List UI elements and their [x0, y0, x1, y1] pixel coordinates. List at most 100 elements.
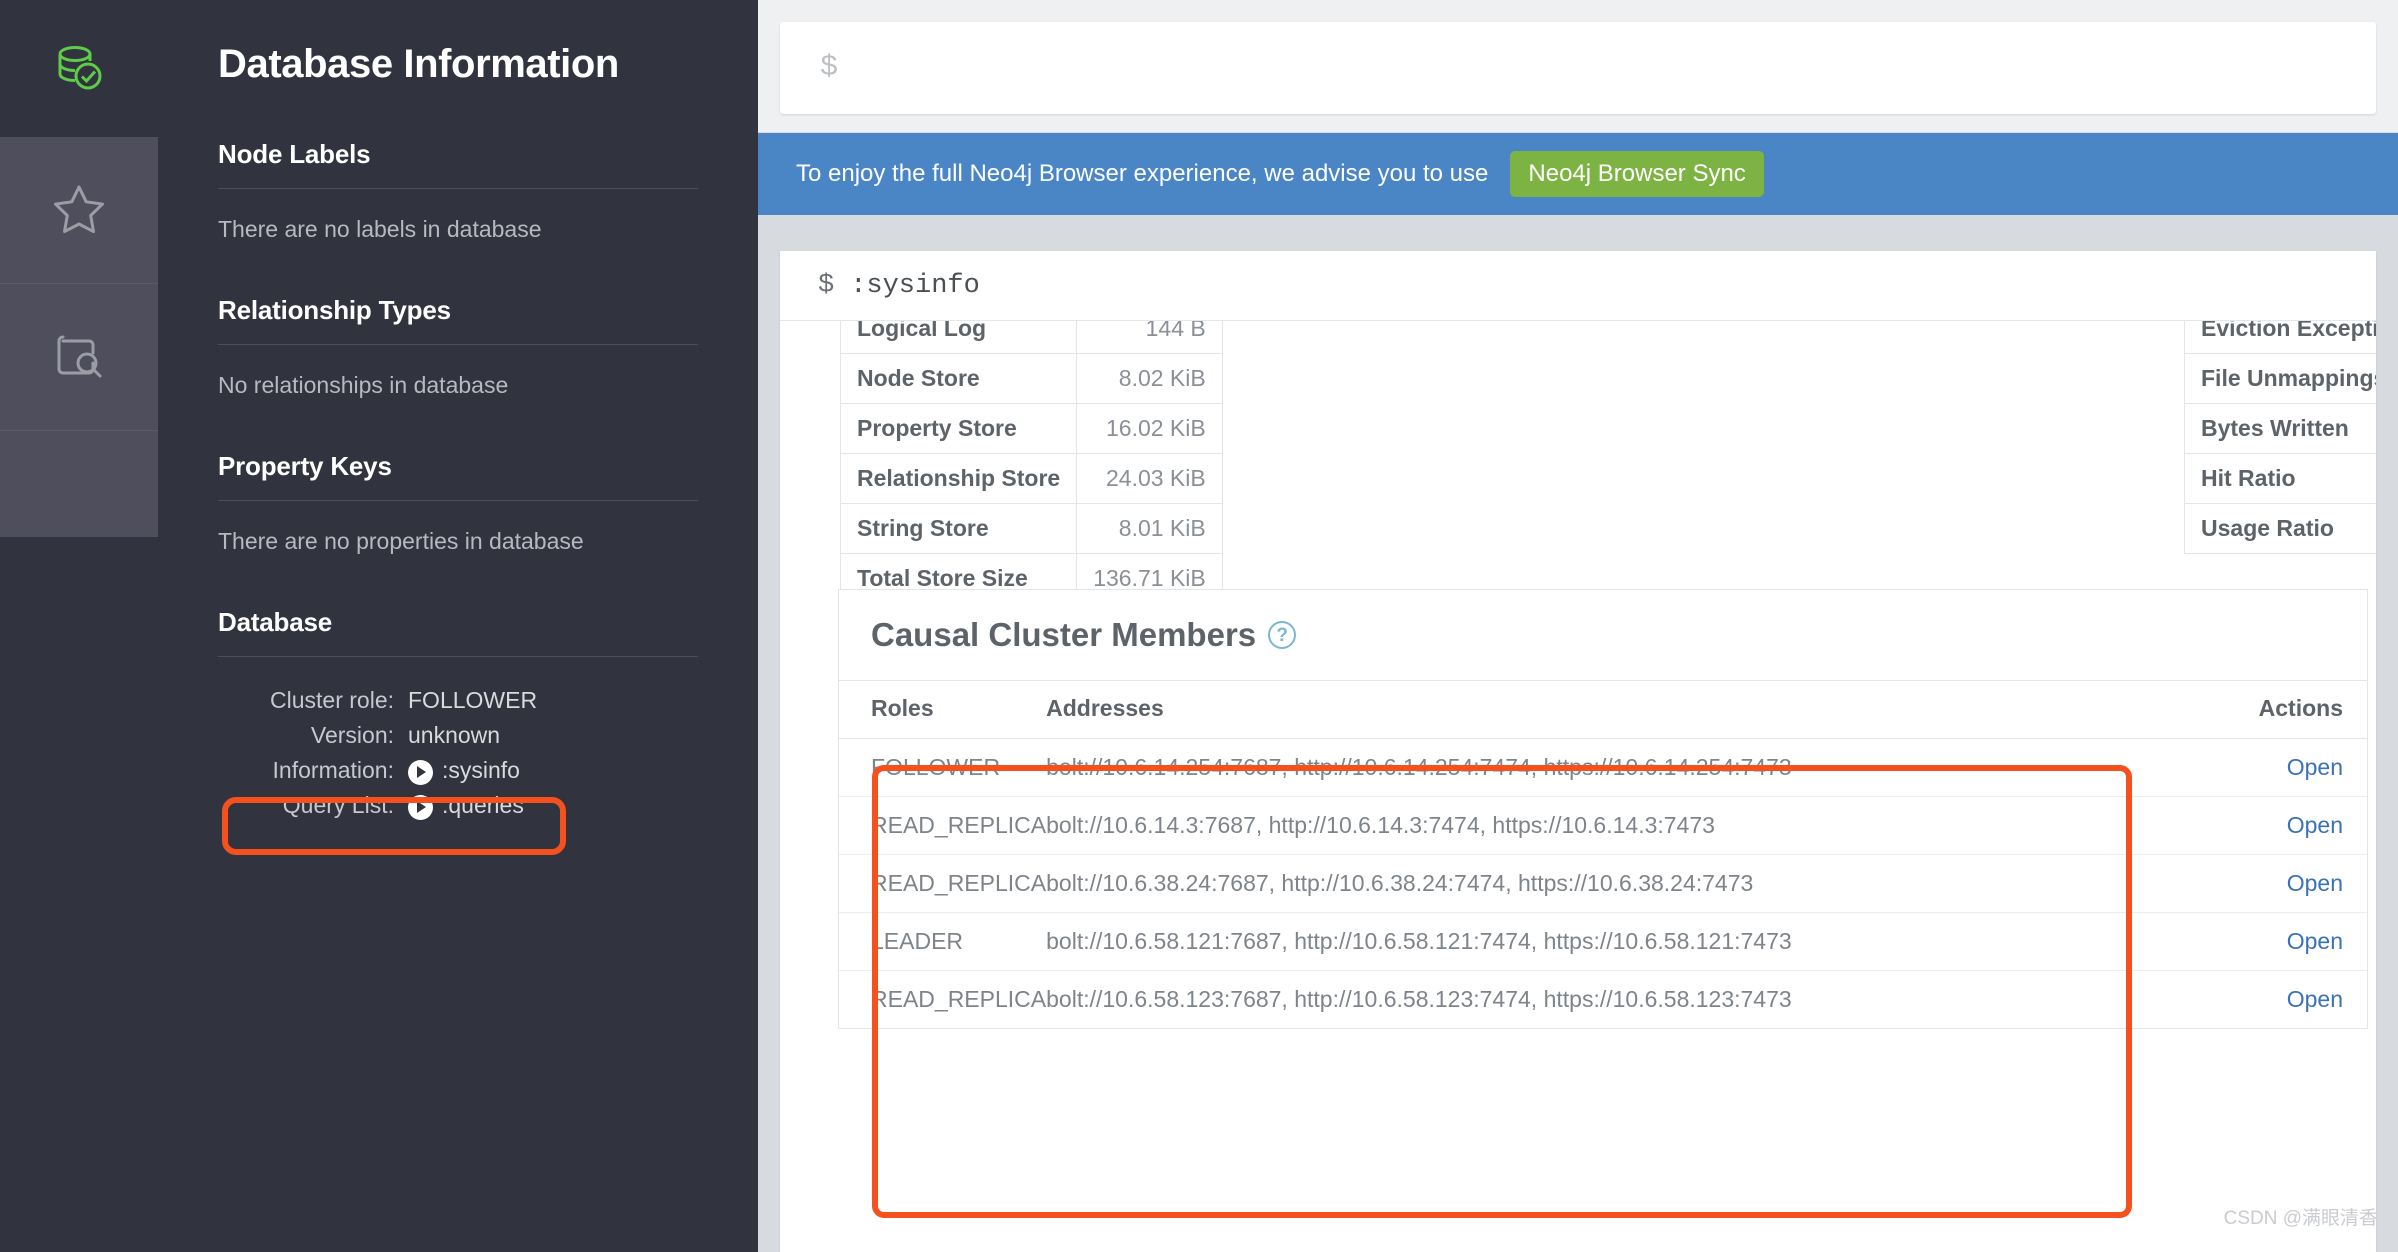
- table-row: Property Store 16.02 KiB: [839, 403, 1223, 454]
- detail-cluster-role: Cluster role: FOLLOWER: [218, 683, 698, 718]
- divider: [218, 344, 698, 345]
- row-label: Relationship Store: [839, 453, 1078, 504]
- row-label: File Unmappings: [2184, 353, 2376, 404]
- cell-role: LEADER: [839, 912, 1047, 971]
- table-row: READ_REPLICA bolt://10.6.38.24:7687, htt…: [839, 854, 2367, 913]
- cluster-members-table: Roles Addresses Actions FOLLOWER bolt://…: [839, 681, 2367, 1028]
- row-value: 144 B: [1076, 321, 1223, 354]
- column-header-roles: Roles: [839, 681, 1047, 739]
- table-row: Logical Log 144 B: [839, 321, 1223, 354]
- column-header-addresses: Addresses: [1046, 681, 2127, 739]
- row-label: Hit Ratio: [2184, 453, 2376, 504]
- document-search-icon: [57, 335, 102, 378]
- table-row: FOLLOWER bolt://10.6.14.254:7687, http:/…: [839, 738, 2367, 797]
- page-title: Database Information: [218, 42, 619, 86]
- detail-value-command[interactable]: :sysinfo: [408, 753, 520, 788]
- sidebar-item-database-information[interactable]: [0, 284, 158, 431]
- row-label: Eviction Exceptions: [2184, 321, 2376, 354]
- detail-version: Version: unknown: [218, 718, 698, 753]
- detail-label: Cluster role:: [270, 687, 394, 713]
- table-row: File Unmappings 64: [2184, 353, 2376, 404]
- row-value: 8.01 KiB: [1076, 503, 1223, 554]
- section-heading: Database: [218, 607, 333, 637]
- section-note: There are no properties in database: [218, 528, 584, 554]
- sidebar-item-favorites[interactable]: [0, 137, 158, 284]
- row-label: Bytes Written: [2184, 403, 2376, 454]
- cell-actions: Open: [2126, 971, 2367, 1029]
- open-link[interactable]: Open: [2287, 812, 2343, 838]
- neo4j-logo: [0, 0, 158, 137]
- cell-addresses: bolt://10.6.14.254:7687, http://10.6.14.…: [1046, 738, 2127, 797]
- detail-label: Version:: [310, 721, 394, 748]
- section-heading: Node Labels: [218, 139, 371, 169]
- question-mark-icon[interactable]: ?: [1268, 621, 1297, 649]
- command-text: :queries: [442, 791, 524, 818]
- banner-text: To enjoy the full Neo4j Browser experien…: [796, 160, 1489, 187]
- section-property-keys: Property Keys There are no properties in…: [218, 451, 698, 555]
- detail-label: Query List:: [282, 791, 394, 818]
- database-information-drawer: Database Information Node Labels There a…: [158, 0, 758, 1252]
- table-row: LEADER bolt://10.6.58.121:7687, http://1…: [839, 912, 2367, 971]
- table-row: Hit Ratio 99.96%: [2184, 453, 2376, 504]
- table-row: Bytes Written 90102: [2184, 403, 2376, 454]
- detail-value-command[interactable]: :queries: [408, 788, 524, 823]
- open-link[interactable]: Open: [2287, 754, 2343, 780]
- section-relationship-types: Relationship Types No relationships in d…: [218, 295, 698, 399]
- main-content: $ To enjoy the full Neo4j Browser experi…: [758, 0, 2398, 1252]
- watermark: CSDN @满眼清香: [2223, 1208, 2378, 1229]
- table-row: Usage Ratio 0.06%: [2184, 503, 2376, 554]
- cell-addresses: bolt://10.6.14.3:7687, http://10.6.14.3:…: [1046, 796, 2127, 855]
- causal-cluster-members-card: Causal Cluster Members ? Roles Addresses…: [838, 589, 2368, 1029]
- frame-command-bar[interactable]: $ :sysinfo: [780, 251, 2376, 321]
- database-details-list: Cluster role: FOLLOWER Version: unknown …: [218, 683, 698, 823]
- detail-information[interactable]: Information: :sysinfo: [218, 753, 698, 788]
- frame-spacer: [758, 215, 2398, 251]
- section-database: Database Cluster role: FOLLOWER Version:…: [218, 607, 698, 823]
- star-icon: [54, 185, 104, 234]
- row-label: Property Store: [839, 403, 1078, 454]
- cell-addresses: bolt://10.6.58.123:7687, http://10.6.58.…: [1046, 986, 1792, 1012]
- play-icon[interactable]: [408, 759, 433, 785]
- detail-value: FOLLOWER: [408, 687, 538, 713]
- open-link[interactable]: Open: [2287, 986, 2343, 1012]
- section-note: There are no labels in database: [218, 216, 542, 242]
- cell-role: READ_REPLICA: [839, 854, 1047, 913]
- cypher-editor[interactable]: $: [780, 22, 2376, 114]
- cell-role: READ_REPLICA: [871, 986, 1047, 1012]
- cell-role: READ_REPLICA: [839, 796, 1047, 855]
- icon-rail: [0, 0, 158, 1252]
- sysinfo-body: Logical Log 144 B Node Store 8.02 KiB Pr…: [780, 321, 2376, 1252]
- play-icon[interactable]: [408, 794, 433, 820]
- detail-label: Information:: [272, 756, 394, 783]
- editor-area: $: [758, 0, 2398, 133]
- page-cache-table: Eviction Exceptions 0 File Unmappings 64…: [2184, 321, 2376, 554]
- row-value: 16.02 KiB: [1076, 403, 1223, 454]
- detail-value: unknown: [408, 721, 501, 748]
- rail-filler: [0, 431, 158, 537]
- row-value: 8.02 KiB: [1076, 353, 1223, 404]
- open-link[interactable]: Open: [2287, 870, 2343, 896]
- frame-command-text: :sysinfo: [850, 270, 980, 301]
- table-row: String Store 8.01 KiB: [839, 503, 1223, 554]
- browser-sync-banner: To enjoy the full Neo4j Browser experien…: [758, 133, 2398, 215]
- open-link[interactable]: Open: [2287, 928, 2343, 954]
- section-node-labels: Node Labels There are no labels in datab…: [218, 139, 698, 243]
- cell-actions: Open: [2126, 912, 2367, 971]
- prompt-symbol: $: [820, 51, 839, 85]
- table-row: READ_REPLICA bolt://10.6.58.123:7687, ht…: [839, 971, 2367, 1029]
- database-check-icon: [58, 45, 102, 89]
- cell-role: FOLLOWER: [839, 738, 1047, 797]
- prompt-symbol: $: [818, 270, 835, 301]
- row-label: Node Store: [839, 353, 1078, 404]
- table-row: Node Store 8.02 KiB: [839, 353, 1223, 404]
- neo4j-browser-sync-button[interactable]: Neo4j Browser Sync: [1510, 151, 1764, 197]
- row-value: 24.03 KiB: [1076, 453, 1223, 504]
- detail-query-list[interactable]: Query List: :queries: [218, 788, 698, 823]
- cluster-title: Causal Cluster Members: [871, 616, 1257, 653]
- cell-actions: Open: [2126, 738, 2367, 797]
- section-heading: Property Keys: [218, 451, 392, 481]
- section-note: No relationships in database: [218, 372, 509, 398]
- cell-addresses: bolt://10.6.38.24:7687, http://10.6.38.2…: [1046, 854, 2127, 913]
- command-text: :sysinfo: [442, 756, 520, 783]
- divider: [218, 188, 698, 189]
